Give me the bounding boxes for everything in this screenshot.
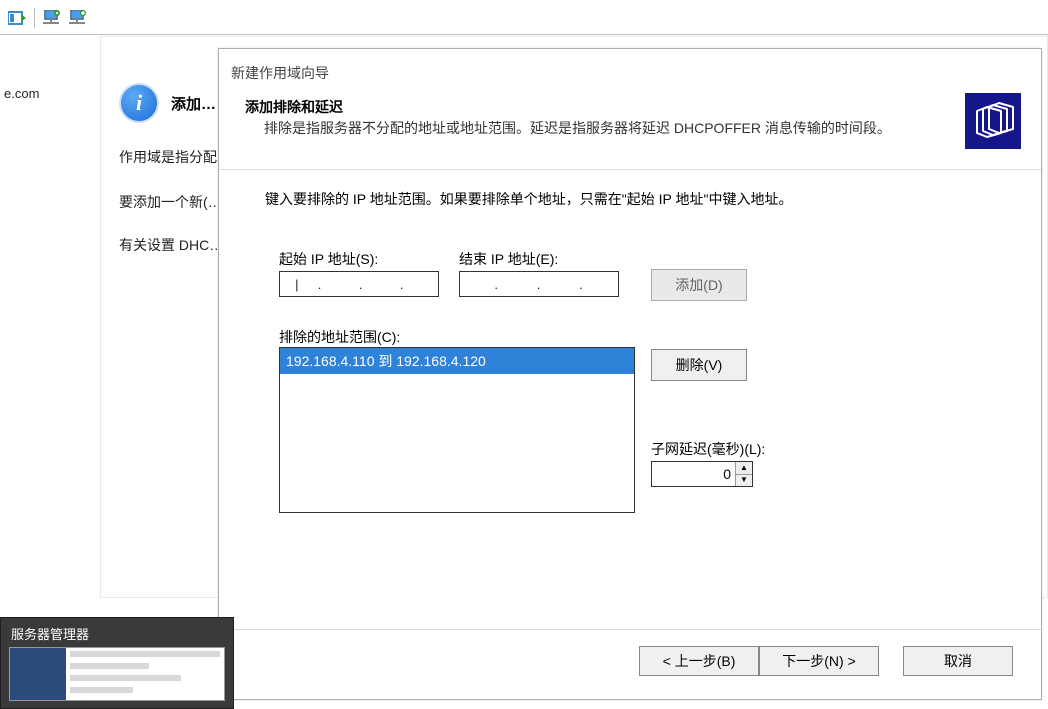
taskbar-preview-title: 服务器管理器 — [1, 618, 233, 647]
page-heading: 添加… — [171, 93, 216, 114]
excluded-range-label: 排除的地址范围(C): — [279, 327, 400, 347]
page-header: i 添加… — [119, 83, 216, 123]
excluded-range-listbox[interactable]: 192.168.4.110 到 192.168.4.120 — [279, 347, 635, 513]
subnet-delay-label: 子网延迟(毫秒)(L): — [651, 439, 765, 459]
toolbar-separator — [34, 8, 35, 28]
start-ip-input[interactable]: |... — [279, 271, 439, 297]
start-ip-label: 起始 IP 地址(S): — [279, 249, 378, 269]
taskbar-preview[interactable]: 服务器管理器 — [0, 617, 234, 709]
end-ip-label: 结束 IP 地址(E): — [459, 249, 558, 269]
add-button[interactable]: 添加(D) — [651, 269, 747, 301]
toolbar — [0, 8, 89, 28]
tb-item-2[interactable] — [41, 8, 63, 28]
spinner-down-icon[interactable]: ▼ — [736, 475, 752, 487]
subnet-delay-spinner[interactable]: 0 ▲ ▼ — [651, 461, 753, 487]
info-icon: i — [119, 83, 159, 123]
bg-line2: 要添加一个新(… — [119, 192, 222, 212]
subnet-delay-value[interactable]: 0 — [652, 462, 735, 486]
dialog-description: 排除是指服务器不分配的地址或地址范围。延迟是指服务器将延迟 DHCPOFFER … — [264, 119, 911, 139]
dialog-title: 新建作用域向导 — [231, 63, 329, 83]
toolbar-divider — [0, 34, 1048, 35]
dialog-heading: 添加排除和延迟 — [245, 97, 343, 117]
bg-line1: 作用域是指分配… — [119, 147, 231, 167]
list-item[interactable]: 192.168.4.110 到 192.168.4.120 — [280, 348, 634, 374]
spinner-buttons[interactable]: ▲ ▼ — [735, 462, 752, 486]
tb-item-1[interactable] — [6, 8, 28, 28]
back-button[interactable]: < 上一步(B) — [639, 646, 759, 676]
taskbar-thumbnail[interactable] — [9, 647, 225, 701]
folder-icon — [965, 93, 1021, 149]
dialog-separator-top — [219, 169, 1041, 170]
spinner-up-icon[interactable]: ▲ — [736, 462, 752, 475]
tb-item-3[interactable] — [67, 8, 89, 28]
left-tree-pane: e.com — [0, 36, 101, 596]
dialog-instruction: 键入要排除的 IP 地址范围。如果要排除单个地址，只需在"起始 IP 地址"中键… — [265, 189, 792, 209]
tree-item-domain[interactable]: e.com — [4, 86, 39, 101]
next-button[interactable]: 下一步(N) > — [759, 646, 879, 676]
delete-button[interactable]: 删除(V) — [651, 349, 747, 381]
dialog-separator-bottom — [219, 629, 1041, 630]
end-ip-input[interactable]: ... — [459, 271, 619, 297]
cancel-button[interactable]: 取消 — [903, 646, 1013, 676]
wizard-dialog: 新建作用域向导 添加排除和延迟 排除是指服务器不分配的地址或地址范围。延迟是指服… — [218, 48, 1042, 700]
bg-line3: 有关设置 DHC… — [119, 235, 223, 255]
